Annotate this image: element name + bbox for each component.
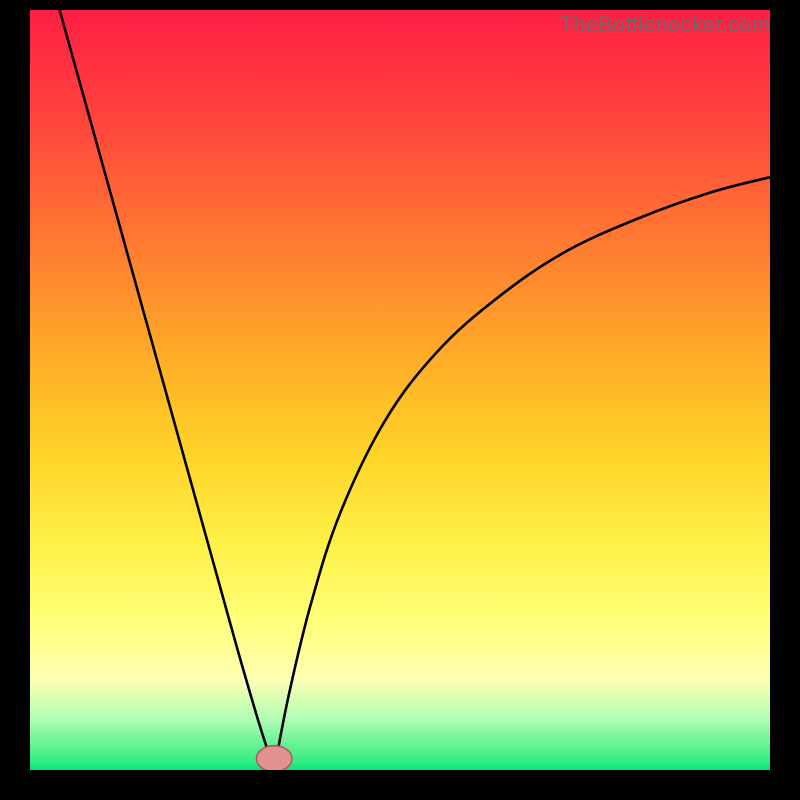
chart-area [30,10,770,770]
optimum-marker [256,746,292,770]
bottleneck-curve-left [60,10,275,770]
watermark: TheBottlenecker.com [560,12,770,38]
chart-svg [30,10,770,770]
bottleneck-curve-right [274,177,770,770]
